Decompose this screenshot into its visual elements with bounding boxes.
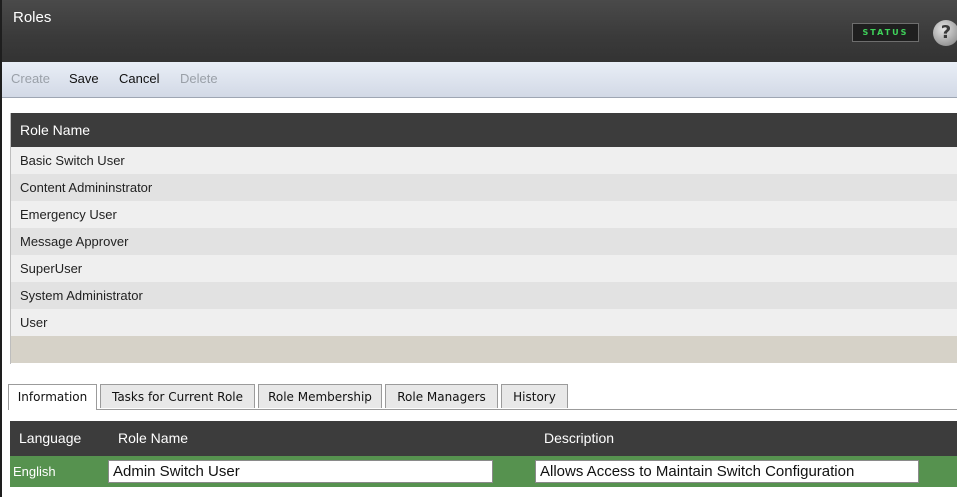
tab-information[interactable]: Information	[8, 384, 97, 410]
grid-footer	[11, 336, 957, 363]
tab-role-managers[interactable]: Role Managers	[385, 384, 498, 408]
role-name-column-header: Role Name	[118, 430, 189, 446]
tab-bar: Information Tasks for Current Role Role …	[8, 384, 957, 410]
role-name-column-header[interactable]: Role Name	[11, 113, 957, 147]
toolbar: Create Save Cancel Delete	[2, 62, 957, 98]
table-row[interactable]: System Administrator	[11, 282, 957, 309]
save-button[interactable]: Save	[69, 71, 99, 86]
table-row[interactable]: SuperUser	[11, 255, 957, 282]
language-column-header: Language	[19, 430, 82, 446]
description-column-header: Description	[544, 430, 615, 446]
page-title: Roles	[13, 9, 52, 26]
create-button[interactable]: Create	[11, 71, 50, 86]
description-input[interactable]: Allows Access to Maintain Switch Configu…	[535, 460, 919, 483]
status-button[interactable]: STATUS	[852, 23, 919, 42]
table-row[interactable]: User	[11, 309, 957, 336]
table-row[interactable]: Message Approver	[11, 228, 957, 255]
detail-data-row: English Admin Switch User Allows Access …	[10, 456, 957, 487]
table-row[interactable]: Basic Switch User	[11, 147, 957, 174]
detail-table: Language Role Name Description English A…	[10, 421, 957, 487]
table-row[interactable]: Emergency User	[11, 201, 957, 228]
help-icon[interactable]: ?	[933, 20, 957, 46]
tab-tasks-for-current-role[interactable]: Tasks for Current Role	[100, 384, 255, 408]
delete-button[interactable]: Delete	[180, 71, 218, 86]
roles-grid: Role Name Basic Switch User Content Admi…	[10, 113, 957, 364]
cancel-button[interactable]: Cancel	[119, 71, 159, 86]
tab-role-membership[interactable]: Role Membership	[258, 384, 382, 408]
title-bar: Roles STATUS ?	[2, 0, 957, 62]
role-name-input[interactable]: Admin Switch User	[108, 460, 493, 483]
table-row[interactable]: Content Admininstrator	[11, 174, 957, 201]
language-value: English	[13, 464, 56, 479]
tab-history[interactable]: History	[501, 384, 568, 408]
detail-header-row: Language Role Name Description	[10, 421, 957, 456]
